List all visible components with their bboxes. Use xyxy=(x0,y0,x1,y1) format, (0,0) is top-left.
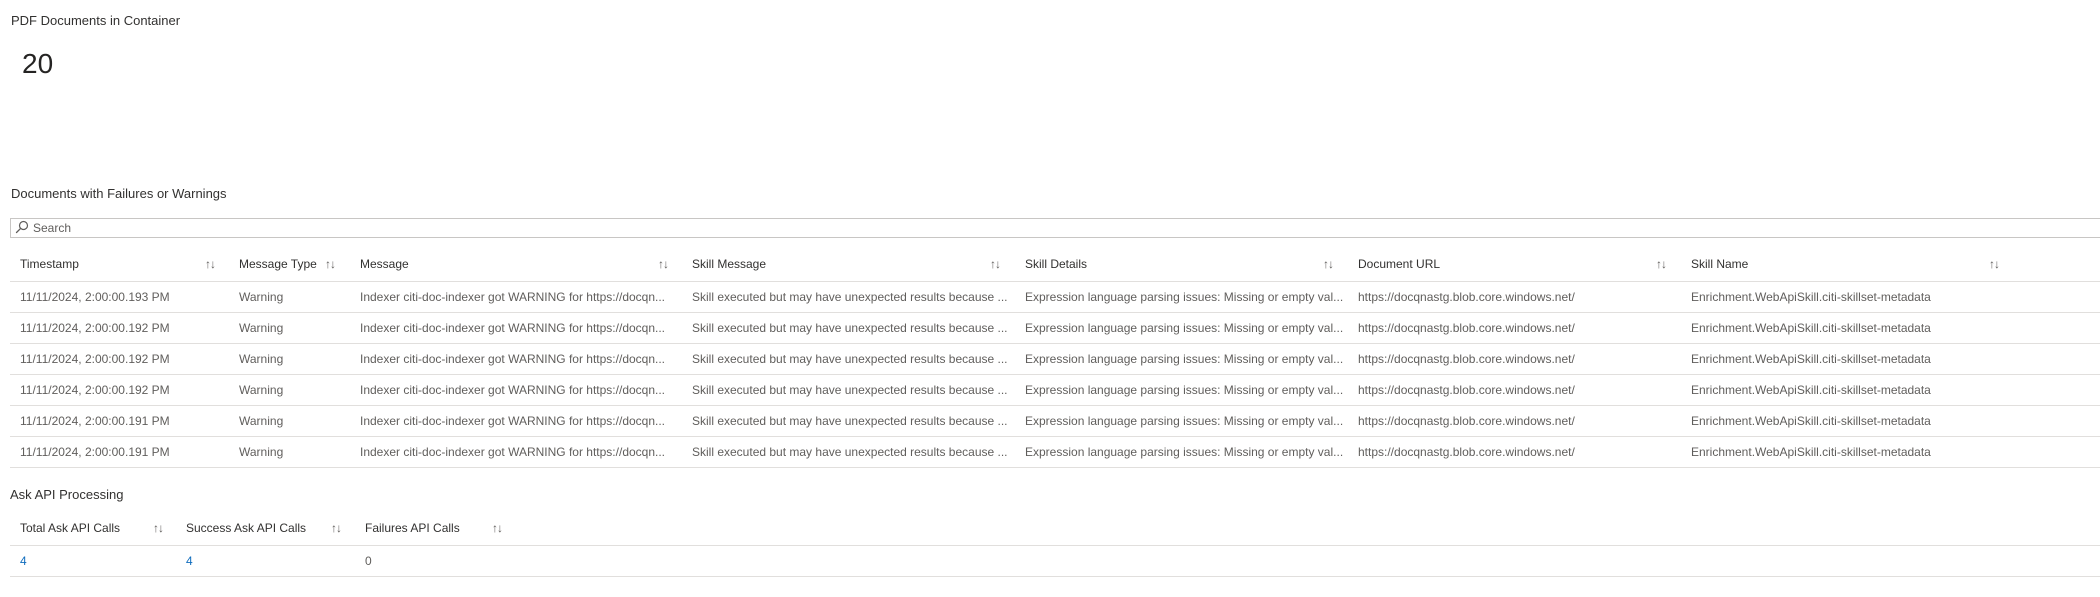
cell-timestamp: 11/11/2024, 2:00:00.191 PM xyxy=(20,414,170,428)
cell-document-url: https://docqnastg.blob.core.windows.net/ xyxy=(1358,321,1575,335)
cell-document-url: https://docqnastg.blob.core.windows.net/ xyxy=(1358,352,1575,366)
sort-arrows-icon[interactable]: ↑↓ xyxy=(325,248,336,281)
ask-api-section-title: Ask API Processing xyxy=(10,487,124,502)
table-row[interactable]: 11/11/2024, 2:00:00.192 PM Warning Indexer… xyxy=(10,344,2100,375)
cell-message: Indexer citi-doc-indexer got WARNING for… xyxy=(360,352,666,366)
table-row[interactable]: 4 4 0 xyxy=(10,546,2100,577)
pdf-documents-count: 20 xyxy=(22,48,54,79)
sort-arrows-icon[interactable]: ↑↓ xyxy=(492,512,503,545)
cell-timestamp: 11/11/2024, 2:00:00.193 PM xyxy=(20,290,170,304)
cell-skill-name: Enrichment.WebApiSkill.citi-skillset-met… xyxy=(1691,321,1931,335)
cell-skill-name: Enrichment.WebApiSkill.citi-skillset-met… xyxy=(1691,290,1931,304)
cell-skill-message: Skill executed but may have unexpected r… xyxy=(692,383,1008,397)
cell-skill-message: Skill executed but may have unexpected r… xyxy=(692,290,1008,304)
ask-api-table: Total Ask API Calls ↑↓ Success Ask API Cal… xyxy=(10,512,2100,577)
cell-document-url: https://docqnastg.blob.core.windows.net/ xyxy=(1358,383,1575,397)
cell-skill-details: Expression language parsing issues: Miss… xyxy=(1025,290,1344,304)
sort-arrows-icon[interactable]: ↑↓ xyxy=(205,248,216,281)
sort-arrows-icon[interactable]: ↑↓ xyxy=(1323,248,1334,281)
cell-success-ask-api-calls: 4 xyxy=(186,554,193,568)
table-header-row: Timestamp ↑↓ Message Type ↑↓ Message ↑↓ Skill … xyxy=(10,248,2100,282)
cell-message-type: Warning xyxy=(239,352,284,366)
column-header-skill-details[interactable]: Skill Details xyxy=(1025,248,1087,281)
cell-skill-message: Skill executed but may have unexpected r… xyxy=(692,445,1008,459)
column-header-message[interactable]: Message xyxy=(360,248,409,281)
cell-message-type: Warning xyxy=(239,290,284,304)
search-icon xyxy=(15,220,29,234)
cell-skill-details: Expression language parsing issues: Miss… xyxy=(1025,321,1344,335)
sort-arrows-icon[interactable]: ↑↓ xyxy=(1656,248,1667,281)
sort-arrows-icon[interactable]: ↑↓ xyxy=(990,248,1001,281)
column-header-document-url[interactable]: Document URL xyxy=(1358,248,1440,281)
column-header-skill-message[interactable]: Skill Message xyxy=(692,248,766,281)
cell-message: Indexer citi-doc-indexer got WARNING for… xyxy=(360,445,666,459)
cell-total-ask-api-calls: 4 xyxy=(20,554,27,568)
table-row[interactable]: 11/11/2024, 2:00:00.191 PM Warning Indexer… xyxy=(10,406,2100,437)
cell-skill-message: Skill executed but may have unexpected r… xyxy=(692,321,1008,335)
failures-section-title: Documents with Failures or Warnings xyxy=(11,186,227,201)
sort-arrows-icon[interactable]: ↑↓ xyxy=(153,512,164,545)
sort-arrows-icon[interactable]: ↑↓ xyxy=(1989,248,2000,281)
cell-timestamp: 11/11/2024, 2:00:00.192 PM xyxy=(20,321,170,335)
pdf-documents-title: PDF Documents in Container xyxy=(11,13,181,28)
cell-failures-api-calls: 0 xyxy=(365,554,372,568)
table-row[interactable]: 11/11/2024, 2:00:00.192 PM Warning Indexer… xyxy=(10,313,2100,344)
table-header-row: Total Ask API Calls ↑↓ Success Ask API Cal… xyxy=(10,512,2100,546)
column-header-timestamp[interactable]: Timestamp xyxy=(20,248,79,281)
cell-message-type: Warning xyxy=(239,383,284,397)
failures-table: Timestamp ↑↓ Message Type ↑↓ Message ↑↓ Skill … xyxy=(10,248,2100,468)
cell-skill-details: Expression language parsing issues: Miss… xyxy=(1025,383,1344,397)
cell-timestamp: 11/11/2024, 2:00:00.191 PM xyxy=(20,445,170,459)
cell-document-url: https://docqnastg.blob.core.windows.net/ xyxy=(1358,290,1575,304)
table-row[interactable]: 11/11/2024, 2:00:00.193 PM Warning Indexer… xyxy=(10,282,2100,313)
cell-skill-name: Enrichment.WebApiSkill.citi-skillset-met… xyxy=(1691,352,1931,366)
sort-arrows-icon[interactable]: ↑↓ xyxy=(331,512,342,545)
cell-message-type: Warning xyxy=(239,445,284,459)
cell-message: Indexer citi-doc-indexer got WARNING for… xyxy=(360,414,666,428)
column-header-skill-name[interactable]: Skill Name xyxy=(1691,248,1748,281)
cell-skill-details: Expression language parsing issues: Miss… xyxy=(1025,352,1344,366)
search-box xyxy=(10,218,2100,238)
cell-skill-name: Enrichment.WebApiSkill.citi-skillset-met… xyxy=(1691,414,1931,428)
cell-message-type: Warning xyxy=(239,321,284,335)
column-header-failures-api-calls[interactable]: Failures API Calls xyxy=(365,512,460,545)
table-row[interactable]: 11/11/2024, 2:00:00.191 PM Warning Indexer… xyxy=(10,437,2100,468)
cell-skill-message: Skill executed but may have unexpected r… xyxy=(692,352,1008,366)
sort-arrows-icon[interactable]: ↑↓ xyxy=(658,248,669,281)
cell-skill-name: Enrichment.WebApiSkill.citi-skillset-met… xyxy=(1691,445,1931,459)
column-header-success-ask-api-calls[interactable]: Success Ask API Calls xyxy=(186,512,306,545)
table-row[interactable]: 11/11/2024, 2:00:00.192 PM Warning Indexer… xyxy=(10,375,2100,406)
column-header-message-type[interactable]: Message Type xyxy=(239,248,317,281)
cell-timestamp: 11/11/2024, 2:00:00.192 PM xyxy=(20,352,170,366)
cell-document-url: https://docqnastg.blob.core.windows.net/ xyxy=(1358,414,1575,428)
cell-timestamp: 11/11/2024, 2:00:00.192 PM xyxy=(20,383,170,397)
cell-skill-message: Skill executed but may have unexpected r… xyxy=(692,414,1008,428)
cell-message: Indexer citi-doc-indexer got WARNING for… xyxy=(360,383,666,397)
search-input[interactable] xyxy=(33,220,633,236)
cell-skill-details: Expression language parsing issues: Miss… xyxy=(1025,445,1344,459)
column-header-total-ask-api-calls[interactable]: Total Ask API Calls xyxy=(20,512,120,545)
cell-message-type: Warning xyxy=(239,414,284,428)
cell-document-url: https://docqnastg.blob.core.windows.net/ xyxy=(1358,445,1575,459)
cell-message: Indexer citi-doc-indexer got WARNING for… xyxy=(360,321,666,335)
cell-skill-details: Expression language parsing issues: Miss… xyxy=(1025,414,1344,428)
cell-message: Indexer citi-doc-indexer got WARNING for… xyxy=(360,290,666,304)
cell-skill-name: Enrichment.WebApiSkill.citi-skillset-met… xyxy=(1691,383,1931,397)
